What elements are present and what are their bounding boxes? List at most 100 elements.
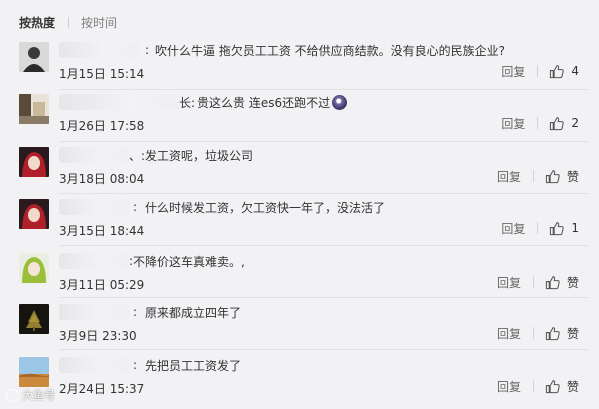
avatar[interactable] — [19, 253, 49, 283]
like-count: 赞 — [566, 169, 579, 184]
username[interactable] — [59, 42, 139, 58]
username-colon: : — [133, 200, 138, 214]
comment-text: 吹什么牛逼 拖欠员工工资 不给供应商结款。没有良心的民族企业? — [155, 43, 506, 58]
comment-line: 、: 发工资呢，垃圾公司 — [59, 147, 589, 163]
comment-divider — [59, 245, 589, 246]
comment-divider — [59, 349, 589, 350]
comment-time: 3月9日 23:30 — [59, 329, 137, 343]
thumbs-up-icon — [545, 379, 560, 393]
watermark-text: 大鱼号 — [22, 389, 55, 402]
username-suffix: 长: — [179, 95, 196, 110]
avatar[interactable] — [19, 94, 49, 124]
sort-tabs: 按热度 按时间 — [19, 13, 117, 31]
action-divider — [532, 170, 534, 182]
comment-item: : 吹什么牛逼 拖欠员工工资 不给供应商结款。没有良心的民族企业? 1月15日 … — [19, 42, 589, 94]
action-divider — [537, 222, 539, 234]
thumbs-up-icon — [545, 326, 560, 340]
comment-line: : 原来都成立四年了 — [59, 304, 589, 320]
reply-button[interactable]: 回复 — [497, 168, 521, 185]
comment-item: : 先把员工工资发了 2月24日 15:37 回复 赞 — [19, 357, 589, 409]
reply-button[interactable]: 回复 — [501, 115, 525, 132]
tab-divider — [68, 16, 70, 28]
comment-item: 长: 贵这么贵 连es6还跑不过 1月26日 17:58 回复 2 — [19, 94, 589, 146]
tab-by-hot[interactable]: 按热度 — [19, 14, 55, 31]
avatar[interactable] — [19, 357, 49, 387]
reply-button[interactable]: 回复 — [497, 378, 521, 395]
username-colon: : — [133, 305, 138, 319]
comment-actions: 回复 1 — [501, 219, 579, 237]
like-button[interactable]: 2 — [549, 116, 579, 131]
reply-button[interactable]: 回复 — [497, 274, 521, 291]
like-count: 赞 — [566, 326, 579, 341]
username-colon: : — [133, 358, 138, 372]
comment-text: 原来都成立四年了 — [145, 305, 242, 320]
comment-line: : 不降价这车真难卖。, — [59, 253, 589, 269]
like-button[interactable]: 赞 — [545, 378, 579, 395]
comment-actions: 回复 赞 — [497, 273, 579, 291]
comment-text: 发工资呢，垃圾公司 — [145, 148, 254, 163]
comment-divider — [59, 89, 589, 90]
like-count: 赞 — [566, 379, 579, 394]
comment-divider — [59, 297, 589, 298]
avatar[interactable] — [19, 42, 49, 72]
like-count: 赞 — [566, 275, 579, 290]
comment-actions: 回复 4 — [501, 62, 579, 80]
comment-text: 先把员工工资发了 — [145, 358, 242, 373]
comment-line: : 什么时候发工资，欠工资快一年了，没法活了 — [59, 199, 589, 215]
reply-button[interactable]: 回复 — [497, 325, 521, 342]
like-count: 4 — [571, 64, 579, 78]
username[interactable] — [59, 94, 179, 110]
comment-time: 3月11日 05:29 — [59, 278, 145, 292]
username[interactable] — [59, 199, 129, 215]
avatar[interactable] — [19, 147, 49, 177]
reply-button[interactable]: 回复 — [501, 220, 525, 237]
reply-button[interactable]: 回复 — [501, 63, 525, 80]
comment-line: 长: 贵这么贵 连es6还跑不过 — [59, 94, 589, 110]
comment-actions: 回复 赞 — [497, 377, 579, 395]
comment-item: 、: 发工资呢，垃圾公司 3月18日 08:04 回复 赞 — [19, 147, 589, 199]
comment-item: : 什么时候发工资，欠工资快一年了，没法活了 3月15日 18:44 回复 1 — [19, 199, 589, 251]
comment-text: 不降价这车真难卖。, — [133, 254, 245, 269]
comment-text: 贵这么贵 连es6还跑不过 — [197, 95, 331, 110]
like-button[interactable]: 赞 — [545, 168, 579, 185]
comment-time: 3月18日 08:04 — [59, 172, 145, 186]
comment-time: 2月24日 15:37 — [59, 382, 145, 396]
like-button[interactable]: 4 — [549, 64, 579, 79]
action-divider — [537, 117, 539, 129]
username[interactable] — [59, 253, 129, 269]
like-button[interactable]: 1 — [549, 221, 579, 236]
comment-time: 1月26日 17:58 — [59, 119, 145, 133]
like-count: 1 — [571, 221, 579, 235]
comment-actions: 回复 赞 — [497, 324, 579, 342]
comment-line: : 先把员工工资发了 — [59, 357, 589, 373]
username[interactable] — [59, 357, 129, 373]
username[interactable] — [59, 304, 129, 320]
comment-text: 什么时候发工资，欠工资快一年了，没法活了 — [145, 200, 386, 215]
thumbs-up-icon — [550, 116, 565, 130]
action-divider — [537, 65, 539, 77]
comment-divider — [59, 193, 589, 194]
thumbs-up-icon — [550, 64, 565, 78]
comment-divider — [59, 141, 589, 142]
username-suffix: 、: — [129, 148, 146, 163]
avatar[interactable] — [19, 304, 49, 334]
action-divider — [532, 276, 534, 288]
like-count: 2 — [571, 116, 579, 130]
action-divider — [532, 327, 534, 339]
comment-line: : 吹什么牛逼 拖欠员工工资 不给供应商结款。没有良心的民族企业? — [59, 42, 589, 58]
like-button[interactable]: 赞 — [545, 274, 579, 291]
thumbs-up-icon — [550, 221, 565, 235]
emoji-icon — [332, 94, 348, 110]
watermark-logo-icon — [6, 388, 19, 402]
comment-time: 3月15日 18:44 — [59, 224, 145, 238]
thumbs-up-icon — [545, 169, 560, 183]
like-button[interactable]: 赞 — [545, 325, 579, 342]
avatar[interactable] — [19, 199, 49, 229]
username[interactable] — [59, 147, 129, 163]
watermark: 大鱼号 — [6, 387, 55, 403]
comment-actions: 回复 2 — [501, 114, 579, 132]
tab-by-time[interactable]: 按时间 — [81, 14, 117, 31]
thumbs-up-icon — [545, 275, 560, 289]
comment-actions: 回复 赞 — [497, 167, 579, 185]
comment-time: 1月15日 15:14 — [59, 67, 145, 81]
